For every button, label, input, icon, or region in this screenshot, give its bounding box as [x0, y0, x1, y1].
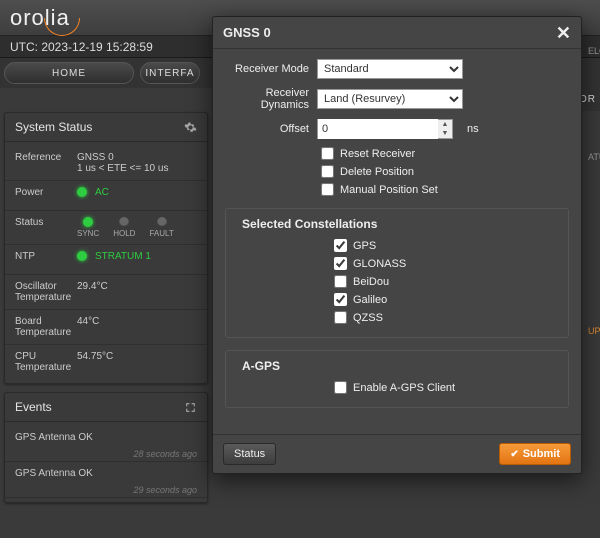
agps-enable-checkbox[interactable]	[334, 381, 347, 394]
panel-title: Events	[15, 400, 52, 414]
status-label: Oscillator Temperature	[15, 281, 77, 303]
events-panel: Events GPS Antenna OK 28 seconds ago GPS…	[4, 392, 208, 503]
close-icon[interactable]: ✕	[556, 26, 571, 40]
receiver-mode-select[interactable]: Standard	[317, 59, 463, 79]
panel-header: Events	[5, 393, 207, 422]
status-board-temp: Board Temperature 44°C	[5, 310, 207, 345]
left-column: System Status Reference GNSS 0 1 us < ET…	[4, 112, 208, 511]
logo: orolia	[10, 5, 70, 31]
checkbox-label: QZSS	[353, 312, 383, 324]
galileo-checkbox[interactable]	[334, 293, 347, 306]
ntp-led-icon	[77, 251, 87, 261]
reset-receiver-checkbox[interactable]	[321, 147, 334, 160]
panel-header: System Status	[5, 113, 207, 142]
hold-led-icon	[119, 217, 129, 227]
offset-input[interactable]	[318, 119, 438, 139]
agps-fieldset: A-GPS Enable A-GPS Client	[225, 350, 569, 408]
status-value: 44°C	[77, 316, 99, 327]
status-value: 54.75°C	[77, 351, 113, 362]
manual-position-row: Manual Position Set	[321, 183, 569, 196]
field-label: Receiver Mode	[225, 63, 309, 75]
offset-input-wrap: ▲▼	[317, 119, 453, 139]
submit-label: Submit	[523, 448, 560, 460]
status-value: GNSS 0 1 us < ETE <= 10 us	[77, 152, 168, 174]
nav-interfaces[interactable]: INTERFA	[140, 62, 200, 84]
status-value: STRATUM 1	[95, 251, 151, 262]
right-fragment-atur: ATUR	[586, 146, 600, 168]
checkbox-label: Delete Position	[340, 166, 414, 178]
glonass-checkbox[interactable]	[334, 257, 347, 270]
qzss-checkbox[interactable]	[334, 311, 347, 324]
receiver-dynamics-select[interactable]: Land (Resurvey)	[317, 89, 463, 109]
fault-led-icon	[157, 217, 167, 227]
modal-titlebar: GNSS 0 ✕	[213, 17, 581, 49]
checkbox-label: GLONASS	[353, 258, 406, 270]
status-value: 29.4°C	[77, 281, 108, 292]
constellations-fieldset: Selected Constellations GPS GLONASS BeiD…	[225, 208, 569, 338]
right-fragment-up: UP	[586, 320, 600, 342]
panel-title: System Status	[15, 120, 92, 134]
checkbox-label: Galileo	[353, 294, 387, 306]
checkbox-label: Reset Receiver	[340, 148, 415, 160]
manual-position-checkbox[interactable]	[321, 183, 334, 196]
field-label: Receiver Dynamics	[225, 87, 309, 111]
gear-icon[interactable]	[184, 121, 197, 134]
event-title: GPS Antenna OK	[15, 432, 197, 443]
modal-footer: Status ✔ Submit	[213, 434, 581, 473]
status-reference: Reference GNSS 0 1 us < ETE <= 10 us	[5, 146, 207, 181]
modal-title: GNSS 0	[223, 25, 271, 40]
gnss-modal: GNSS 0 ✕ Receiver Mode Standard Receiver…	[212, 16, 582, 474]
power-led-icon	[77, 187, 87, 197]
reset-receiver-row: Reset Receiver	[321, 147, 569, 160]
spinner-icon[interactable]: ▲▼	[438, 120, 452, 138]
field-label: Offset	[225, 123, 309, 135]
status-cpu-temp: CPU Temperature 54.75°C	[5, 345, 207, 379]
status-label: Power	[15, 187, 77, 198]
checkbox-label: GPS	[353, 240, 376, 252]
status-leds: SYNC HOLD FAULT	[77, 217, 174, 238]
expand-icon[interactable]	[184, 401, 197, 414]
fieldset-title: A-GPS	[238, 359, 284, 373]
checkbox-label: Manual Position Set	[340, 184, 438, 196]
offset-unit: ns	[467, 123, 479, 135]
status-value: AC	[95, 187, 109, 198]
status-osc-temp: Oscillator Temperature 29.4°C	[5, 275, 207, 310]
status-sync: Status SYNC HOLD FAULT	[5, 211, 207, 245]
beidou-checkbox[interactable]	[334, 275, 347, 288]
event-item: GPS Antenna OK 28 seconds ago	[5, 426, 207, 462]
offset-row: Offset ▲▼ ns	[225, 119, 569, 139]
status-power: Power AC	[5, 181, 207, 211]
gps-checkbox[interactable]	[334, 239, 347, 252]
event-title: GPS Antenna OK	[15, 468, 197, 479]
delete-position-row: Delete Position	[321, 165, 569, 178]
system-status-panel: System Status Reference GNSS 0 1 us < ET…	[4, 112, 208, 384]
event-time: 29 seconds ago	[133, 485, 197, 495]
nav-home[interactable]: HOME	[4, 62, 134, 84]
check-icon: ✔	[510, 449, 518, 460]
event-item: GPS Antenna OK 29 seconds ago	[5, 462, 207, 498]
logo-arc-icon	[44, 18, 80, 36]
checkbox-label: BeiDou	[353, 276, 389, 288]
right-fragment-elc: ELC	[586, 40, 600, 62]
status-label: NTP	[15, 251, 77, 262]
submit-button[interactable]: ✔ Submit	[499, 443, 571, 465]
event-time: 28 seconds ago	[133, 449, 197, 459]
status-label: CPU Temperature	[15, 351, 77, 373]
receiver-dynamics-row: Receiver Dynamics Land (Resurvey)	[225, 87, 569, 111]
status-label: Reference	[15, 152, 77, 163]
fieldset-title: Selected Constellations	[238, 217, 381, 231]
status-label: Status	[15, 217, 77, 228]
status-button[interactable]: Status	[223, 443, 276, 465]
status-label: Board Temperature	[15, 316, 77, 338]
sync-led-icon	[83, 217, 93, 227]
receiver-mode-row: Receiver Mode Standard	[225, 59, 569, 79]
checkbox-label: Enable A-GPS Client	[353, 382, 455, 394]
status-ntp: NTP STRATUM 1	[5, 245, 207, 275]
delete-position-checkbox[interactable]	[321, 165, 334, 178]
modal-body: Receiver Mode Standard Receiver Dynamics…	[213, 49, 581, 434]
